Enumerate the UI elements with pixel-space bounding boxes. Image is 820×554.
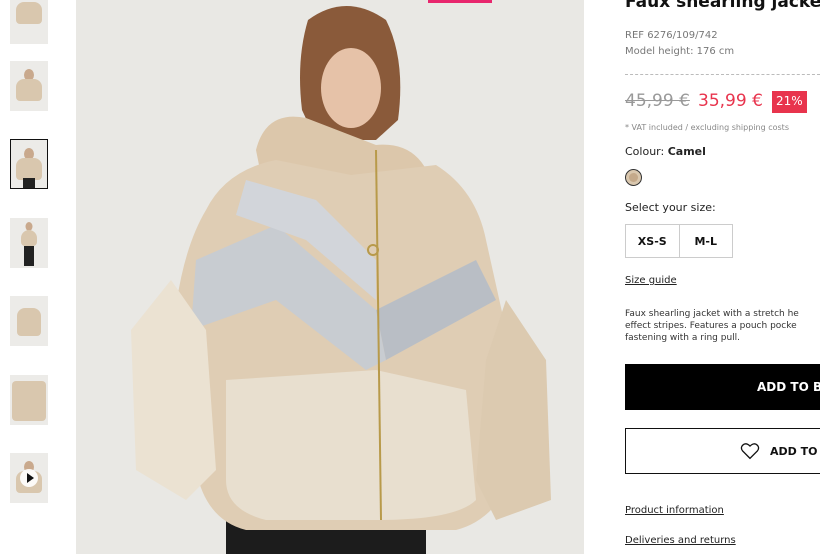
add-to-bag-button[interactable]: ADD TO BA: [625, 364, 820, 410]
thumbnail-3-active[interactable]: [10, 139, 48, 189]
colour-label: Colour: Camel: [625, 145, 706, 158]
jacket-detail-shape: [12, 381, 46, 421]
thumbnail-1[interactable]: [10, 0, 48, 44]
vat-note: * VAT included / excluding shipping cost…: [625, 123, 789, 132]
play-icon: [20, 469, 38, 487]
product-photo-illustration: [76, 0, 584, 554]
thumbnail-2[interactable]: [10, 61, 48, 111]
jacket-thumb-shape: [17, 308, 41, 336]
product-information-link[interactable]: Product information: [625, 505, 724, 516]
model-height: Model height: 176 cm: [625, 46, 735, 57]
model-legs-shape: [24, 246, 34, 266]
colour-label-text: Colour:: [625, 145, 665, 158]
divider: [625, 74, 820, 75]
thumbnail-video[interactable]: [10, 453, 48, 503]
add-to-wishlist-button[interactable]: ADD TO W: [625, 428, 820, 474]
size-selector: XS-S M-L: [625, 224, 733, 258]
add-to-bag-label: ADD TO BA: [757, 380, 820, 394]
heart-icon: [740, 443, 760, 460]
thumbnail-4[interactable]: [10, 218, 48, 268]
product-reference: REF 6276/109/742: [625, 30, 718, 41]
product-description: Faux shearling jacket with a stretch he …: [625, 309, 799, 343]
product-title: Faux shearling jacket wi: [625, 0, 820, 12]
jacket-thumb-shape: [21, 230, 37, 246]
add-to-wishlist-label: ADD TO W: [770, 444, 820, 458]
thumbnail-list: [0, 0, 60, 554]
size-label: Select your size:: [625, 201, 716, 214]
active-image-indicator: [428, 0, 492, 3]
discount-badge: 21%: [772, 91, 807, 113]
deliveries-returns-link[interactable]: Deliveries and returns: [625, 535, 736, 546]
size-option-m-l[interactable]: M-L: [678, 225, 733, 257]
model-legs-shape: [23, 178, 35, 188]
colour-value: Camel: [667, 145, 706, 158]
jacket-thumb-shape: [16, 79, 42, 101]
jacket-thumb-shape: [16, 2, 42, 24]
colour-swatch-camel[interactable]: [625, 169, 642, 186]
jacket-thumb-shape: [16, 158, 42, 180]
thumbnail-6[interactable]: [10, 375, 48, 425]
sale-price: 35,99 €: [698, 91, 763, 111]
thumbnail-5[interactable]: [10, 296, 48, 346]
size-option-xs-s[interactable]: XS-S: [626, 225, 679, 257]
product-info-panel: Faux shearling jacket wi REF 6276/109/74…: [625, 0, 820, 554]
product-main-image[interactable]: [76, 0, 584, 554]
old-price: 45,99 €: [625, 91, 690, 111]
size-guide-link[interactable]: Size guide: [625, 275, 677, 286]
